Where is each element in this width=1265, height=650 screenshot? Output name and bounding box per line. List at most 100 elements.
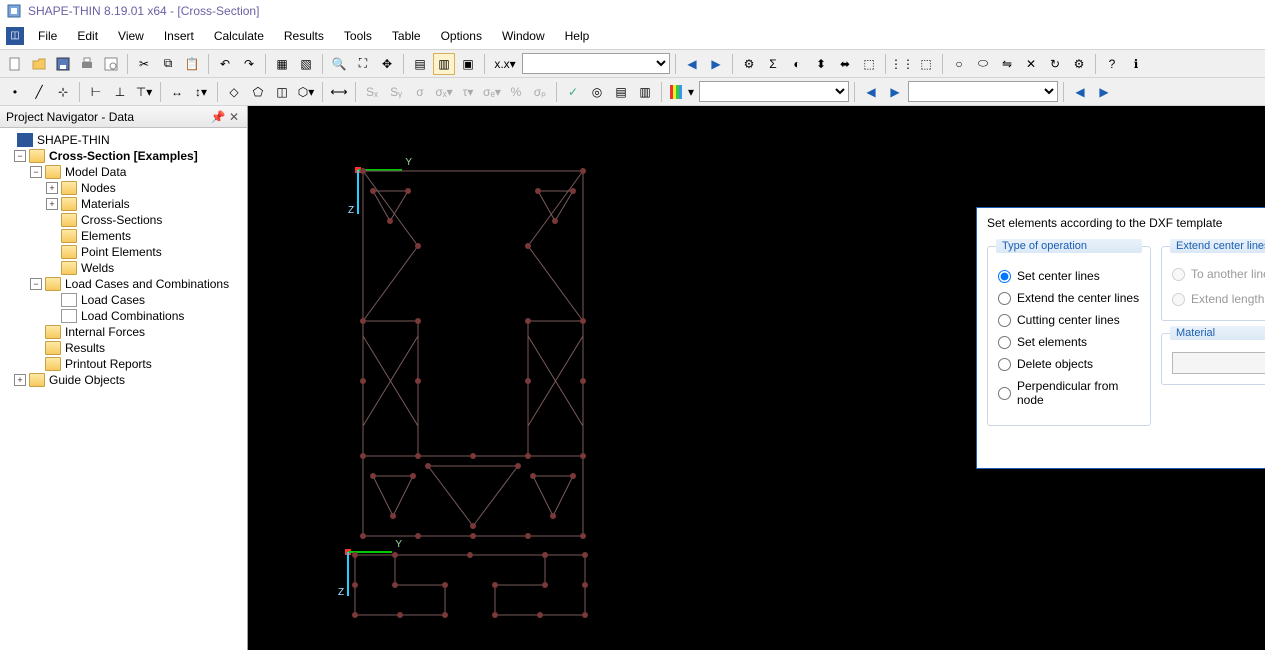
radio-perpendicular[interactable]: Perpendicular from node <box>998 379 1140 407</box>
panel-icon-2[interactable]: ▥ <box>433 53 455 75</box>
tree-root[interactable]: SHAPE-THIN <box>37 133 110 147</box>
tree-point-elements[interactable]: Point Elements <box>81 245 162 259</box>
menu-options[interactable]: Options <box>431 22 492 49</box>
stress-icon-2[interactable]: Sᵧ <box>385 81 407 103</box>
menu-calculate[interactable]: Calculate <box>204 22 274 49</box>
expand-toggle[interactable]: + <box>46 182 58 194</box>
zoom-icon[interactable]: 🔍 <box>328 53 350 75</box>
expand-toggle[interactable]: − <box>14 150 26 162</box>
expand-toggle[interactable]: − <box>30 166 42 178</box>
nav-next-3-icon[interactable]: ▶ <box>1093 81 1115 103</box>
gear-icon[interactable]: ⚙ <box>1068 53 1090 75</box>
tree-guide-objects[interactable]: Guide Objects <box>49 373 125 387</box>
help-icon[interactable]: ? <box>1101 53 1123 75</box>
toolbar-icon-2[interactable]: ▧ <box>295 53 317 75</box>
calc-icon[interactable]: ⚙ <box>738 53 760 75</box>
tree-lcc[interactable]: Load Cases and Combinations <box>65 277 229 291</box>
menu-view[interactable]: View <box>108 22 154 49</box>
print-icon[interactable] <box>76 53 98 75</box>
tree-model-data[interactable]: Model Data <box>65 165 126 179</box>
axis-icon[interactable]: ✕ <box>1020 53 1042 75</box>
menu-tools[interactable]: Tools <box>334 22 382 49</box>
grid-icon-1[interactable]: ⋮⋮ <box>891 53 913 75</box>
expand-toggle[interactable]: + <box>46 198 58 210</box>
system-menu-icon[interactable]: ◫ <box>2 22 28 49</box>
shape-icon-2[interactable]: ⬠ <box>247 81 269 103</box>
list-icon-2[interactable]: ▥ <box>634 81 656 103</box>
dialog-titlebar[interactable]: Set elements according to the DXF templa… <box>977 208 1265 238</box>
nav-next-icon[interactable]: ▶ <box>705 53 727 75</box>
shape-icon-4[interactable]: ⬡▾ <box>295 81 317 103</box>
menu-results[interactable]: Results <box>274 22 334 49</box>
expand-toggle[interactable]: − <box>30 278 42 290</box>
tree-nodes[interactable]: Nodes <box>81 181 116 195</box>
dim-icon-1[interactable]: ↔ <box>166 81 188 103</box>
tree-load-combinations[interactable]: Load Combinations <box>81 309 184 323</box>
style-dropdown-icon[interactable]: x.x▾ <box>490 53 520 75</box>
element-icon-1[interactable]: ⊢ <box>85 81 107 103</box>
tree-internal-forces[interactable]: Internal Forces <box>65 325 145 339</box>
panel-icon-1[interactable]: ▤ <box>409 53 431 75</box>
print-preview-icon[interactable] <box>100 53 122 75</box>
save-icon[interactable] <box>52 53 74 75</box>
menu-insert[interactable]: Insert <box>154 22 204 49</box>
section-icon-3[interactable]: ⬚ <box>858 53 880 75</box>
stress-icon-1[interactable]: Sₓ <box>361 81 383 103</box>
snap-icon[interactable]: ⊹ <box>52 81 74 103</box>
stress-icon-4[interactable]: σₓ▾ <box>433 81 455 103</box>
toolbar-combo-2[interactable] <box>699 81 849 102</box>
tree-elements[interactable]: Elements <box>81 229 131 243</box>
radio-set-elements[interactable]: Set elements <box>998 335 1140 349</box>
radio-extend-center-lines[interactable]: Extend the center lines <box>998 291 1140 305</box>
dim-icon-2[interactable]: ↕▾ <box>190 81 212 103</box>
check-icon[interactable]: ✓ <box>562 81 584 103</box>
toolbar-combo-1[interactable] <box>522 53 670 74</box>
drawing-viewport[interactable]: Set elements according to the DXF templa… <box>248 106 1265 650</box>
menu-table[interactable]: Table <box>382 22 431 49</box>
shape-icon-3[interactable]: ◫ <box>271 81 293 103</box>
tree-results[interactable]: Results <box>65 341 105 355</box>
panel-icon-3[interactable]: ▣ <box>457 53 479 75</box>
stress-icon-8[interactable]: σₚ <box>529 81 551 103</box>
material-combo[interactable] <box>1172 352 1265 374</box>
node-icon[interactable]: • <box>4 81 26 103</box>
plastic-icon[interactable]: ◐ <box>786 53 808 75</box>
copy-icon[interactable]: ⧉ <box>157 53 179 75</box>
radio-cutting-center-lines[interactable]: Cutting center lines <box>998 313 1140 327</box>
zoom-all-icon[interactable]: ⛶ <box>352 53 374 75</box>
menu-edit[interactable]: Edit <box>67 22 108 49</box>
tree-printout[interactable]: Printout Reports <box>65 357 152 371</box>
measure-icon[interactable]: ⟷ <box>328 81 350 103</box>
stress-icon-5[interactable]: τ▾ <box>457 81 479 103</box>
nav-prev-2-icon[interactable]: ◀ <box>860 81 882 103</box>
rotate-icon[interactable]: ↻ <box>1044 53 1066 75</box>
undo-icon[interactable]: ↶ <box>214 53 236 75</box>
radio-delete-objects[interactable]: Delete objects <box>998 357 1140 371</box>
nav-prev-3-icon[interactable]: ◀ <box>1069 81 1091 103</box>
tree-materials[interactable]: Materials <box>81 197 130 211</box>
toolbar-combo-3[interactable] <box>908 81 1058 102</box>
section-icon-2[interactable]: ⬌ <box>834 53 856 75</box>
tree-welds[interactable]: Welds <box>81 261 114 275</box>
tree-cross-sections[interactable]: Cross-Sections <box>81 213 162 227</box>
grid-icon-2[interactable]: ⬚ <box>915 53 937 75</box>
close-panel-icon[interactable]: ✕ <box>227 110 241 124</box>
list-icon-1[interactable]: ▤ <box>610 81 632 103</box>
nav-next-2-icon[interactable]: ▶ <box>884 81 906 103</box>
element-icon-2[interactable]: ⊥ <box>109 81 131 103</box>
redo-icon[interactable]: ↷ <box>238 53 260 75</box>
radio-set-center-lines[interactable]: Set center lines <box>998 269 1140 283</box>
shape-icon-1[interactable]: ◇ <box>223 81 245 103</box>
circle-tool-icon[interactable]: ○ <box>948 53 970 75</box>
paste-icon[interactable]: 📋 <box>181 53 203 75</box>
ellipse-tool-icon[interactable]: ⬭ <box>972 53 994 75</box>
line-icon[interactable]: ╱ <box>28 81 50 103</box>
mirror-icon[interactable]: ⇋ <box>996 53 1018 75</box>
section-icon-1[interactable]: ⬍ <box>810 53 832 75</box>
menu-window[interactable]: Window <box>492 22 555 49</box>
tree-load-cases[interactable]: Load Cases <box>81 293 145 307</box>
menu-file[interactable]: File <box>28 22 67 49</box>
stress-icon-3[interactable]: σ <box>409 81 431 103</box>
info-icon[interactable]: ℹ <box>1125 53 1147 75</box>
pan-icon[interactable]: ✥ <box>376 53 398 75</box>
